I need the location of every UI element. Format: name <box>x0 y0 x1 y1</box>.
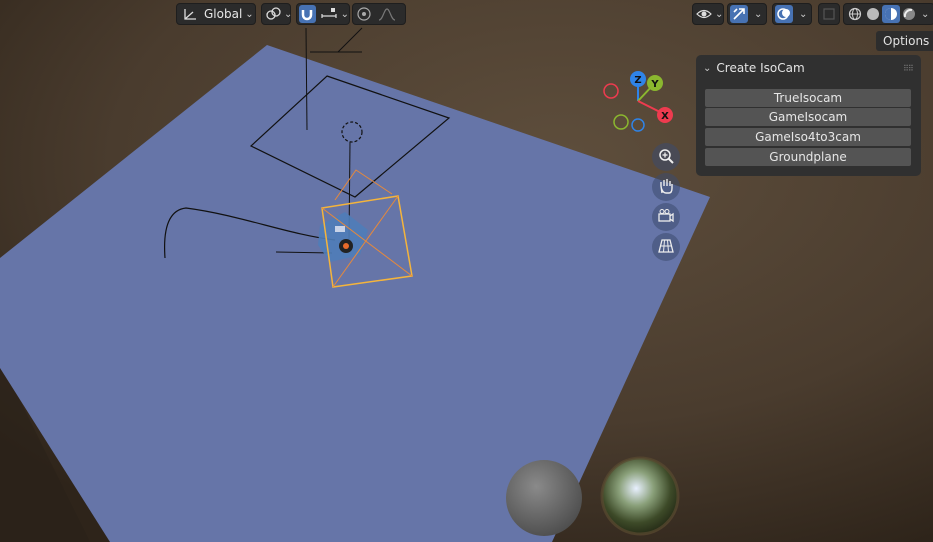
pan-button[interactable] <box>652 173 680 201</box>
gizmo-z-label: Z <box>634 75 641 86</box>
gameiso4to3cam-button[interactable]: GameIso4to3cam <box>705 128 911 146</box>
chevron-down-icon: ⌄ <box>703 62 712 74</box>
chevron-down-icon: ⌄ <box>921 8 930 20</box>
overlay-toggle-group[interactable]: ⌄ <box>772 3 812 25</box>
ortho-grid-icon <box>657 237 675 258</box>
camera-view-icon <box>657 207 675 228</box>
wireframe-shading-icon[interactable] <box>846 7 864 21</box>
options-label: Options <box>883 34 930 48</box>
snapping-group[interactable]: ⌄ <box>296 3 350 25</box>
gameisocam-button[interactable]: GameIsocam <box>705 108 911 126</box>
options-button[interactable]: Options ⌄ <box>876 31 933 51</box>
gizmo-toggle-group[interactable]: ⌄ <box>727 3 767 25</box>
orientation-axes-icon <box>182 7 198 21</box>
material-preview-shading-icon[interactable] <box>882 5 900 23</box>
overlay-circles-icon[interactable] <box>775 5 793 23</box>
rendered-shading-icon[interactable] <box>900 7 918 21</box>
drag-grip-icon[interactable]: ⠿⠿ <box>903 64 915 73</box>
snap-magnet-icon[interactable] <box>299 5 316 23</box>
gizmo-y-label: Y <box>650 79 659 90</box>
panel-title: Create IsoCam <box>716 61 805 75</box>
pan-hand-icon <box>657 177 675 198</box>
chevron-down-icon: ⌄ <box>284 8 293 20</box>
zoom-icon <box>657 147 675 168</box>
gizmo-arrows-icon[interactable] <box>730 5 748 23</box>
xray-icon <box>822 7 836 21</box>
panel-header[interactable]: ⌄ Create IsoCam <box>703 61 805 75</box>
viewport-header: Global ⌄ ⌄ ⌄ ⌄ ⌄ ⌄ ⌄ <box>0 0 933 28</box>
proportional-edit-icon[interactable] <box>356 6 372 22</box>
material-preview-sphere <box>506 460 582 536</box>
pivot-point-dropdown[interactable]: ⌄ <box>261 3 293 25</box>
trueisocam-button[interactable]: TrueIsocam <box>705 89 911 107</box>
zoom-button[interactable] <box>652 143 680 171</box>
orientation-label: Global <box>204 7 243 21</box>
visibility-dropdown[interactable]: ⌄ <box>692 3 724 25</box>
groundplane-button[interactable]: Groundplane <box>705 148 911 166</box>
xray-toggle[interactable] <box>818 3 840 25</box>
chevron-down-icon: ⌄ <box>799 8 808 20</box>
chevron-down-icon: ⌄ <box>245 8 254 20</box>
solid-shading-icon[interactable] <box>864 7 882 21</box>
camera-view-button[interactable] <box>652 203 680 231</box>
falloff-curve-icon[interactable] <box>378 7 396 21</box>
snap-increment-icon[interactable] <box>320 7 338 21</box>
chevron-down-icon: ⌄ <box>754 8 763 20</box>
transform-orientation-dropdown[interactable]: Global ⌄ <box>176 3 256 25</box>
proportional-editing-group[interactable] <box>352 3 406 25</box>
chevron-down-icon: ⌄ <box>715 8 724 20</box>
pivot-link-icon <box>265 7 281 21</box>
ortho-toggle-button[interactable] <box>652 233 680 261</box>
gizmo-x-label: X <box>661 111 669 122</box>
shading-mode-group[interactable]: ⌄ <box>843 3 933 25</box>
create-isocam-panel: ⌄ Create IsoCam ⠿⠿ TrueIsocam GameIsocam… <box>696 55 921 176</box>
chevron-down-icon: ⌄ <box>340 8 349 20</box>
eye-icon <box>696 7 712 21</box>
